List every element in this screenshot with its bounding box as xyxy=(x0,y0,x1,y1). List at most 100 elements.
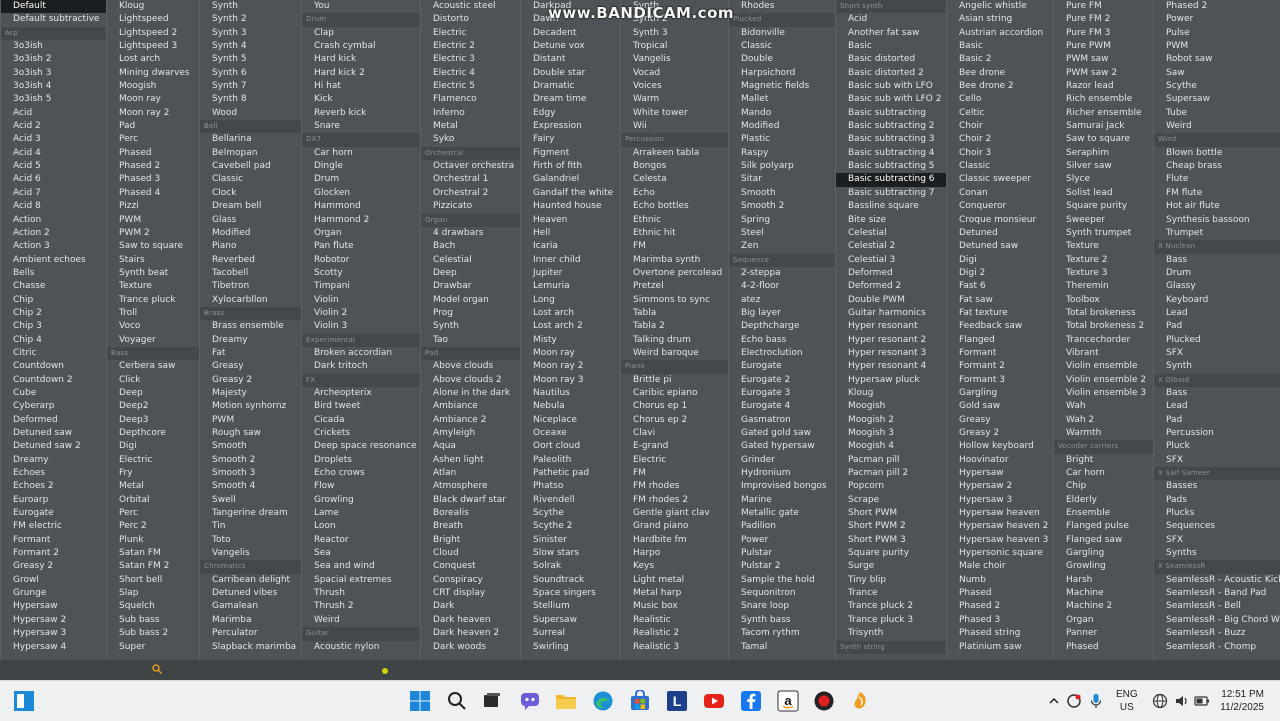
preset-item[interactable]: Classic xyxy=(947,160,1054,173)
preset-item[interactable]: Lead xyxy=(1154,307,1280,320)
preset-item[interactable]: Formant 2 xyxy=(947,360,1054,373)
preset-item[interactable]: Violin 2 xyxy=(302,307,421,320)
preset-item[interactable]: Droplets xyxy=(302,454,421,467)
preset-item[interactable]: Basic subtracting 4 xyxy=(836,147,947,160)
preset-item[interactable]: Panner xyxy=(1054,627,1154,640)
preset-item[interactable]: Sub bass 2 xyxy=(107,627,200,640)
preset-item[interactable]: Blown bottle xyxy=(1154,147,1280,160)
preset-item[interactable]: Alone in the dark xyxy=(421,387,521,400)
preset-item[interactable]: Tin xyxy=(200,520,302,533)
widgets-icon[interactable] xyxy=(12,689,36,713)
preset-item[interactable]: Hyper resonant xyxy=(836,320,947,333)
preset-item[interactable]: Mallet xyxy=(729,93,836,106)
preset-item[interactable]: Lost arch xyxy=(107,53,200,66)
preset-item[interactable]: Synth 7 xyxy=(200,80,302,93)
preset-item[interactable]: Syko xyxy=(421,133,521,146)
preset-item[interactable]: Vocad xyxy=(621,67,729,80)
preset-item[interactable]: 4 drawbars xyxy=(421,227,521,240)
preset-item[interactable]: Figment xyxy=(521,147,621,160)
preset-item[interactable]: Inner child xyxy=(521,254,621,267)
preset-item[interactable]: Moon ray 2 xyxy=(521,360,621,373)
preset-item[interactable]: Sitar xyxy=(729,173,836,186)
preset-item[interactable]: Pizzicato xyxy=(421,200,521,213)
preset-item[interactable]: Acid 7 xyxy=(1,187,107,200)
preset-item[interactable]: Robot saw xyxy=(1154,53,1280,66)
preset-item[interactable]: 4-2-floor xyxy=(729,280,836,293)
preset-item[interactable]: Texture xyxy=(107,280,200,293)
preset-item[interactable]: Acid 2 xyxy=(1,120,107,133)
magnifier-icon[interactable] xyxy=(152,664,162,674)
preset-item[interactable]: Moon ray 3 xyxy=(521,374,621,387)
preset-item[interactable]: Slapback marimba xyxy=(200,641,302,654)
preset-item[interactable]: Machine xyxy=(1054,587,1154,600)
preset-item[interactable]: Swirling xyxy=(521,641,621,654)
preset-item[interactable]: Music box xyxy=(621,600,729,613)
preset-item[interactable]: Vangelis xyxy=(621,53,729,66)
preset-item[interactable]: Car horn xyxy=(1054,467,1154,480)
preset-item[interactable]: Sea and wind xyxy=(302,560,421,573)
preset-item[interactable]: Weird xyxy=(302,614,421,627)
preset-item[interactable]: Short bell xyxy=(107,574,200,587)
preset-item[interactable]: Tabla xyxy=(621,307,729,320)
preset-item[interactable]: Lemuria xyxy=(521,280,621,293)
preset-item[interactable]: Glocken xyxy=(302,187,421,200)
preset-item[interactable]: Wah 2 xyxy=(1054,414,1154,427)
preset-item[interactable]: Cicada xyxy=(302,414,421,427)
preset-item[interactable]: Electric 2 xyxy=(421,40,521,53)
preset-item[interactable]: FM xyxy=(621,467,729,480)
preset-item[interactable]: Slap xyxy=(107,587,200,600)
preset-item[interactable]: Chip xyxy=(1,294,107,307)
preset-item[interactable]: Pad xyxy=(107,120,200,133)
preset-item[interactable]: Basic subtracting 3 xyxy=(836,133,947,146)
preset-item[interactable]: Thrush 2 xyxy=(302,600,421,613)
preset-item[interactable]: Electric xyxy=(421,27,521,40)
preset-item[interactable]: Hardbite fm xyxy=(621,534,729,547)
preset-item[interactable]: Cavebell pad xyxy=(200,160,302,173)
preset-item[interactable]: Aqua xyxy=(421,440,521,453)
preset-item[interactable]: Texture xyxy=(1054,240,1154,253)
preset-item[interactable]: Celestial 2 xyxy=(836,240,947,253)
preset-item[interactable]: Pulstar xyxy=(729,547,836,560)
preset-item[interactable]: Phased xyxy=(107,147,200,160)
preset-item[interactable]: Formant xyxy=(947,347,1054,360)
preset-item[interactable]: Saw xyxy=(1154,67,1280,80)
preset-item[interactable]: Inferno xyxy=(421,107,521,120)
preset-item[interactable]: Celtic xyxy=(947,107,1054,120)
preset-item[interactable]: Moon ray 2 xyxy=(107,107,200,120)
preset-item[interactable]: Grinder xyxy=(729,454,836,467)
preset-item[interactable]: Stairs xyxy=(107,254,200,267)
preset-item[interactable]: Swell xyxy=(200,494,302,507)
preset-item[interactable]: Metal xyxy=(107,480,200,493)
preset-item[interactable]: Synth 6 xyxy=(200,67,302,80)
preset-item[interactable]: Digi 2 xyxy=(947,267,1054,280)
preset-item[interactable]: Countdown 2 xyxy=(1,374,107,387)
preset-item[interactable]: Greasy xyxy=(200,360,302,373)
preset-item[interactable]: Harpo xyxy=(621,547,729,560)
preset-item[interactable]: Sample the hold xyxy=(729,574,836,587)
preset-item[interactable]: Scythe xyxy=(1154,80,1280,93)
preset-item[interactable]: Improvised bongos xyxy=(729,480,836,493)
preset-item[interactable]: Conqueror xyxy=(947,200,1054,213)
preset-item[interactable]: Hypersaw 2 xyxy=(1,614,107,627)
preset-item[interactable]: Short PWM xyxy=(836,507,947,520)
preset-item[interactable]: Glassy xyxy=(1154,280,1280,293)
amazon-icon[interactable]: a xyxy=(776,689,800,713)
preset-item[interactable]: Synth 4 xyxy=(200,40,302,53)
preset-item[interactable]: Classic sweeper xyxy=(947,173,1054,186)
preset-item[interactable]: Basic sub with LFO 2 xyxy=(836,93,947,106)
preset-item[interactable]: Rough saw xyxy=(200,427,302,440)
preset-item[interactable]: Lost arch 2 xyxy=(521,320,621,333)
preset-item[interactable]: Total brokeness 2 xyxy=(1054,320,1154,333)
preset-item[interactable]: Double xyxy=(729,53,836,66)
preset-item[interactable]: Conspiracy xyxy=(421,574,521,587)
preset-item[interactable]: Conan xyxy=(947,187,1054,200)
preset-item[interactable]: Hammond 2 xyxy=(302,214,421,227)
preset-item[interactable]: Electric 4 xyxy=(421,67,521,80)
preset-item[interactable]: Hot air flute xyxy=(1154,200,1280,213)
preset-item[interactable]: Reverb kick xyxy=(302,107,421,120)
preset-item[interactable]: Realistic 3 xyxy=(621,641,729,654)
preset-item[interactable]: Another fat saw xyxy=(836,27,947,40)
preset-item-selected[interactable]: Basic subtracting 6 xyxy=(836,173,947,187)
preset-item[interactable]: Deep3 xyxy=(107,414,200,427)
preset-item[interactable]: Zen xyxy=(729,240,836,253)
